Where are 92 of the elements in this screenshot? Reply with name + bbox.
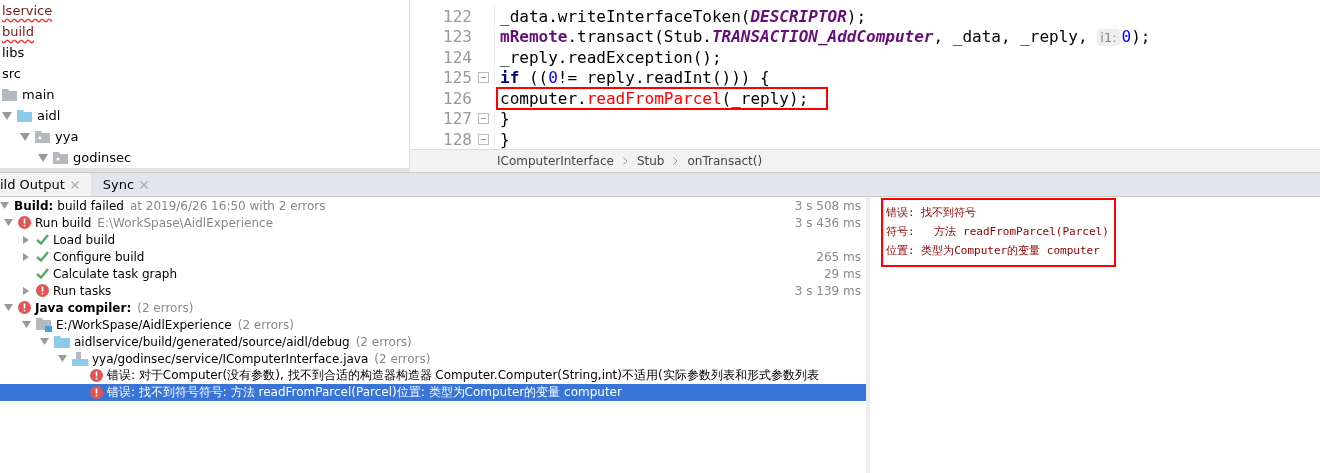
check-icon — [36, 234, 49, 245]
build-row[interactable]: aidlservice/build/generated/source/aidl/debug (2 errors) — [0, 333, 866, 350]
expand-arrow-icon[interactable] — [0, 201, 9, 210]
close-icon[interactable] — [140, 180, 149, 189]
tool-tab[interactable]: Sync — [90, 173, 161, 196]
expand-arrow-icon[interactable] — [38, 153, 48, 162]
error-detail: 位置: 类型为Computer的变量 computer — [886, 243, 1101, 259]
code-line: _reply.readException(); — [499, 47, 723, 67]
breadcrumb[interactable]: Stub — [636, 154, 665, 168]
breadcrumb[interactable]: IComputerInterface — [497, 154, 614, 168]
expand-arrow-icon[interactable] — [40, 337, 49, 346]
code-line: } — [499, 109, 511, 129]
build-row[interactable]: Java compiler: (2 errors) — [0, 299, 866, 316]
check-icon — [36, 251, 49, 262]
package-icon — [35, 130, 50, 143]
check-icon — [36, 268, 49, 279]
fold-marker-icon[interactable] — [477, 133, 489, 145]
build-row[interactable]: 错误: 找不到符号符号: 方法 readFromParcel(Parcel)位置: 类型为Computer的变量 computer — [0, 384, 866, 401]
expand-arrow-icon[interactable] — [22, 286, 31, 295]
row-detail: at 2019/6/26 16:50 with 2 errors — [129, 198, 326, 213]
code-line: if ((0!= reply.readInt())) { — [499, 68, 771, 88]
row-text: aidlservice/build/generated/source/aidl/debug — [74, 334, 350, 349]
tree-item[interactable]: src — [2, 66, 21, 81]
row-text: Calculate task graph — [53, 266, 178, 281]
row-title: Build: — [14, 198, 54, 213]
expand-arrow-icon[interactable] — [4, 218, 13, 227]
duration: 3 s 139 ms — [794, 283, 862, 298]
tool-tab[interactable]: ild Output — [0, 173, 91, 196]
tree-item[interactable]: build — [2, 24, 34, 39]
build-row[interactable]: Run tasks 3 s 139 ms — [0, 282, 866, 299]
expand-arrow-icon[interactable] — [20, 132, 30, 141]
tree-item[interactable]: libs — [2, 45, 25, 60]
error-icon — [36, 284, 49, 297]
expand-arrow-icon[interactable] — [22, 252, 31, 261]
row-text: 错误: 找不到符号符号: 方法 readFromParcel(Parcel)位置: 类型为Computer的变量 computer — [107, 384, 622, 401]
error-icon — [90, 386, 103, 399]
folder-icon — [17, 109, 32, 122]
folder-icon — [54, 335, 70, 348]
row-text: 错误: 对于Computer(没有参数), 找不到合适的构造器构造器 Computer.Computer(String,int)不适用(实际参数列表和形式参数列表 — [107, 367, 819, 384]
chevron-icon — [673, 157, 679, 165]
tree-item[interactable]: main — [22, 87, 55, 102]
package-icon — [53, 151, 68, 164]
fold-marker-icon[interactable] — [477, 113, 489, 125]
row-title: Java compiler: — [35, 300, 132, 315]
code-line: _data.writeInterfaceToken(DESCRIPTOR); — [499, 6, 868, 26]
error-detail: 错误: 找不到符号 — [886, 205, 978, 221]
build-row[interactable]: yya/godinsec/service/IComputerInterface.java (2 errors) — [0, 350, 866, 367]
expand-arrow-icon[interactable] — [2, 111, 12, 120]
error-icon — [18, 216, 31, 229]
code-line: computer.readFromParcel(_reply); — [498, 88, 827, 108]
breadcrumb[interactable]: onTransact() — [687, 154, 763, 168]
code-line: } — [499, 129, 511, 149]
build-row[interactable]: Calculate task graph 29 ms — [0, 265, 866, 282]
expand-arrow-icon[interactable] — [4, 303, 13, 312]
error-icon — [90, 369, 103, 382]
close-icon[interactable] — [70, 180, 79, 189]
duration: 29 ms — [823, 266, 862, 281]
expand-arrow-icon[interactable] — [22, 235, 31, 244]
build-row[interactable]: Load build — [0, 231, 866, 248]
row-detail: (2 errors) — [374, 351, 431, 366]
chevron-icon — [622, 157, 628, 165]
row-detail: (2 errors) — [355, 334, 412, 349]
row-text: E:/WorkSpase/AidlExperience — [56, 317, 232, 332]
java-file-icon — [72, 351, 88, 366]
fold-marker-icon[interactable] — [477, 72, 489, 84]
row-detail: E:\WorkSpase\AidlExperience — [97, 215, 274, 230]
module-folder-icon — [36, 317, 52, 332]
row-text: Run tasks — [53, 283, 112, 298]
row-detail: (2 errors) — [237, 317, 294, 332]
build-row[interactable]: 错误: 对于Computer(没有参数), 找不到合适的构造器构造器 Computer.Computer(String,int)不适用(实际参数列表和形式参数列表 — [0, 367, 866, 384]
expand-arrow-icon[interactable] — [22, 320, 31, 329]
duration: 265 ms — [816, 249, 862, 264]
row-text: yya/godinsec/service/IComputerInterface.java — [92, 351, 369, 366]
tree-item[interactable]: yya — [55, 129, 79, 144]
tree-item[interactable]: aidl — [37, 108, 61, 123]
build-row[interactable]: E:/WorkSpase/AidlExperience (2 errors) — [0, 316, 866, 333]
row-text: Run build — [35, 215, 92, 230]
folder-icon — [2, 88, 17, 101]
row-text: build failed — [57, 198, 124, 213]
build-row[interactable]: Build: build failed at 2019/6/26 16:50 with 2 errors 3 s 508 ms — [0, 197, 866, 214]
tree-item[interactable]: godinsec — [73, 150, 132, 165]
error-icon — [18, 301, 31, 314]
expand-arrow-icon[interactable] — [58, 354, 67, 363]
row-text: Load build — [53, 232, 116, 247]
code-line: mRemote.transact(Stub.TRANSACTION_AddComputer, _data, _reply, i1: 0); — [499, 27, 1152, 47]
tree-item[interactable]: lservice — [2, 3, 53, 18]
duration: 3 s 508 ms — [794, 198, 862, 213]
build-row[interactable]: Run build E:\WorkSpase\AidlExperience 3 s 436 ms — [0, 214, 866, 231]
build-row[interactable]: Configure build 265 ms — [0, 248, 866, 265]
row-detail: (2 errors) — [137, 300, 194, 315]
row-text: Configure build — [53, 249, 145, 264]
duration: 3 s 436 ms — [794, 215, 862, 230]
